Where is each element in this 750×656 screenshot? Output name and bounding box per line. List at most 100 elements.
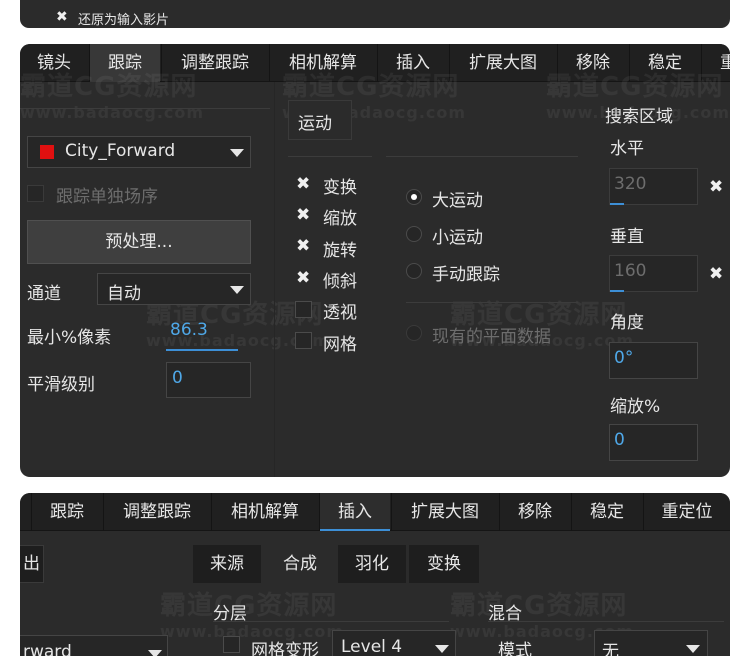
motion-type-rotate: 旋转 (323, 241, 357, 261)
tab-reposition[interactable]: 重定位 (644, 493, 730, 531)
channel-select-value: 自动 (107, 284, 141, 304)
tab-expand-image[interactable]: 扩展大图 (392, 493, 498, 531)
tab-stabilize[interactable]: 稳定 (630, 44, 700, 82)
horizontal-label: 水平 (610, 139, 644, 159)
angle-label: 角度 (610, 313, 644, 333)
mesh-warp-label: 网格变形 (251, 641, 319, 656)
vertical-slider-fill (610, 290, 624, 292)
motion-type-perspective: 透视 (323, 303, 357, 323)
angle-value: 0° (614, 348, 634, 368)
checkbox-checked-icon[interactable]: ✖ (56, 10, 68, 24)
motion-type-translate: 变换 (323, 178, 357, 198)
layer-select-value: City_Forward (65, 141, 176, 161)
small-motion-radio[interactable] (406, 226, 422, 242)
subtab-transform[interactable]: 变换 (409, 545, 479, 583)
motion-header-box: 运动 (288, 100, 352, 140)
mode-select[interactable]: 无 (594, 630, 708, 656)
motion-perspective-checkbox[interactable] (295, 301, 312, 318)
zoom-label: 缩放% (610, 397, 661, 417)
zoom-value: 0 (614, 430, 625, 450)
min-pixels-value: 86.3 (170, 320, 208, 340)
min-pixels-underline (166, 349, 238, 351)
chevron-down-icon (686, 645, 700, 653)
layer-color-swatch (40, 145, 54, 159)
preprocess-button[interactable]: 预处理... (27, 220, 251, 264)
checkbox-checked-icon[interactable]: ✖ (709, 179, 723, 196)
tab-track[interactable]: 跟踪 (90, 44, 160, 82)
tab-stabilize[interactable]: 稳定 (572, 493, 642, 531)
tab-camera-solve[interactable]: 相机解算 (270, 44, 376, 82)
large-motion-label: 大运动 (432, 191, 483, 211)
layer-select-value: rward (23, 642, 72, 656)
chevron-down-icon (230, 149, 244, 157)
tab-expand-image[interactable]: 扩展大图 (450, 44, 556, 82)
angle-input[interactable]: 0° (609, 342, 698, 379)
channel-select[interactable]: 自动 (97, 273, 251, 305)
motion-type-scale: 缩放 (323, 209, 357, 229)
horizontal-slider-fill (610, 203, 624, 205)
top-panel: ✖ 还原为输入影片 (20, 0, 730, 28)
mode-label: 模式 (498, 641, 532, 656)
existing-plane-label: 现有的平面数据 (432, 327, 551, 347)
tab-insert[interactable]: 插入 (378, 44, 448, 82)
zoom-input[interactable]: 0 (609, 424, 698, 461)
layer-select[interactable]: rward (20, 635, 168, 656)
watermark: 霸道CG资源网 www.badaocg.com (160, 591, 345, 641)
track-single-frame-label: 跟踪单独场序 (56, 187, 158, 207)
checkbox-checked-icon[interactable]: ✖ (296, 238, 310, 255)
mesh-warp-checkbox[interactable] (223, 636, 240, 653)
tab-adjust-track[interactable]: 调整跟踪 (162, 44, 268, 82)
smoothing-value: 0 (172, 368, 183, 388)
checkbox-checked-icon[interactable]: ✖ (296, 270, 310, 287)
reset-to-input-label: 还原为输入影片 (78, 13, 170, 28)
small-motion-label: 小运动 (432, 228, 483, 248)
min-pixels-label: 最小%像素 (27, 328, 112, 348)
checkbox-checked-icon[interactable]: ✖ (296, 207, 310, 224)
motion-header: 运动 (298, 114, 332, 134)
left-cut-button[interactable]: 出 (20, 545, 44, 583)
subtab-source[interactable]: 来源 (193, 545, 261, 583)
vertical-input[interactable]: 160 (609, 255, 698, 292)
horizontal-input[interactable]: 320 (609, 168, 698, 205)
smoothing-input[interactable]: 0 (166, 362, 251, 398)
vertical-value: 160 (614, 261, 647, 281)
horizontal-value: 320 (614, 174, 647, 194)
chevron-down-icon (435, 645, 449, 653)
vertical-label: 垂直 (610, 227, 644, 247)
track-single-frame-checkbox[interactable] (27, 185, 44, 202)
tab-remove[interactable]: 移除 (500, 493, 570, 531)
main-tab-bar: 镜头 跟踪 调整跟踪 相机解算 插入 扩展大图 移除 稳定 重 (20, 44, 730, 82)
tab-camera-solve[interactable]: 相机解算 (212, 493, 318, 531)
tab-insert[interactable]: 插入 (320, 493, 390, 531)
subtab-feather[interactable]: 羽化 (338, 545, 406, 583)
motion-mesh-checkbox[interactable] (295, 332, 312, 349)
smoothing-label: 平滑级别 (27, 375, 95, 395)
large-motion-radio[interactable] (406, 189, 422, 205)
tab-adjust-track[interactable]: 调整跟踪 (104, 493, 210, 531)
min-pixels-input[interactable]: 86.3 (166, 316, 238, 352)
tracking-panel: 镜头 跟踪 调整跟踪 相机解算 插入 扩展大图 移除 稳定 重 霸道CG资源网 w… (20, 44, 730, 477)
existing-plane-radio[interactable] (406, 325, 422, 341)
tab-reposition[interactable]: 重 (702, 44, 730, 82)
chevron-down-icon (148, 650, 162, 656)
mesh-level-select[interactable]: Level 4 (332, 630, 456, 656)
tab-lens[interactable]: 镜头 (20, 44, 88, 82)
checkbox-checked-icon[interactable]: ✖ (296, 176, 310, 193)
layer-select[interactable]: City_Forward (27, 136, 251, 168)
chevron-down-icon (230, 286, 244, 294)
insert-panel: 跟踪 调整跟踪 相机解算 插入 扩展大图 移除 稳定 重定位 霸道CG资源网 ww… (20, 493, 730, 656)
motion-type-shear: 倾斜 (323, 272, 357, 292)
mode-select-value: 无 (602, 642, 619, 656)
subtab-composite[interactable]: 合成 (264, 545, 336, 583)
bottom-tab-bar: 跟踪 调整跟踪 相机解算 插入 扩展大图 移除 稳定 重定位 (20, 493, 730, 531)
checkbox-checked-icon[interactable]: ✖ (709, 266, 723, 283)
tab-track[interactable]: 跟踪 (32, 493, 102, 531)
manual-track-label: 手动跟踪 (432, 265, 500, 285)
mesh-level-value: Level 4 (341, 637, 403, 656)
search-area-header: 搜索区域 (605, 107, 673, 127)
manual-track-radio[interactable] (406, 263, 422, 279)
motion-type-mesh: 网格 (323, 335, 357, 355)
channel-label: 通道 (27, 284, 61, 304)
left-cut-button-label: 出 (23, 554, 40, 574)
tab-remove[interactable]: 移除 (558, 44, 628, 82)
